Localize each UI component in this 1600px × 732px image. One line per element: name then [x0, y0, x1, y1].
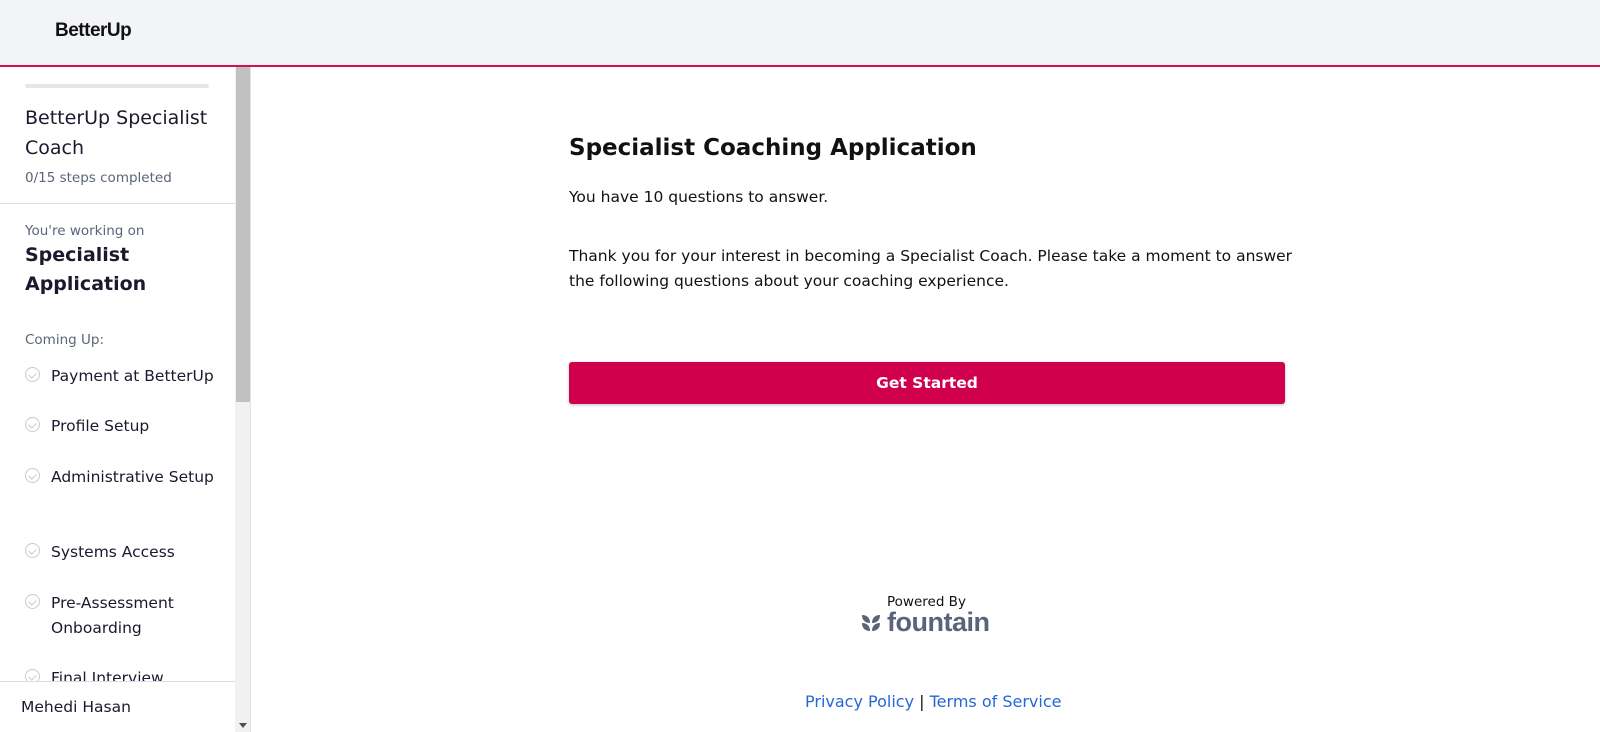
step-label: Pre-Assessment Onboarding — [51, 594, 174, 637]
get-started-button[interactable]: Get Started — [569, 362, 1285, 404]
progress-bar — [25, 84, 209, 88]
sidebar-scrollbar[interactable] — [235, 67, 250, 732]
sidebar-user-footer[interactable]: Mehedi Hasan — [0, 681, 235, 732]
step-label: Systems Access — [51, 543, 175, 561]
scrollbar-thumb[interactable] — [236, 67, 250, 402]
step-label: Administrative Setup — [51, 468, 214, 486]
question-count-text: You have 10 questions to answer. — [569, 188, 829, 206]
check-circle-icon — [25, 468, 40, 483]
sidebar-divider — [0, 203, 235, 204]
sidebar-scroll-area[interactable]: BetterUp Specialist Coach 0/15 steps com… — [0, 67, 235, 732]
step-label: Payment at BetterUp — [51, 367, 214, 385]
fountain-logo[interactable]: fountain — [860, 606, 990, 637]
step-label: Profile Setup — [51, 417, 150, 435]
check-circle-icon — [25, 594, 40, 609]
current-step-title: Specialist Application — [25, 244, 147, 295]
fountain-leaf-icon — [862, 615, 880, 631]
check-circle-icon — [25, 543, 40, 558]
betterup-logo[interactable]: BetterUp — [55, 20, 132, 42]
fountain-wordmark: fountain — [887, 606, 990, 637]
program-title: BetterUp Specialist Coach — [25, 107, 208, 159]
terms-of-service-link[interactable]: Terms of Service — [930, 692, 1062, 711]
intro-text: Thank you for your interest in becoming … — [569, 247, 1293, 290]
check-circle-icon — [25, 367, 40, 382]
top-header: BetterUp — [0, 0, 1600, 67]
scroll-down-arrow-icon[interactable] — [239, 723, 247, 728]
coming-up-label: Coming Up: — [25, 332, 105, 348]
privacy-policy-link[interactable]: Privacy Policy — [805, 692, 914, 711]
link-separator: | — [919, 692, 925, 711]
check-circle-icon — [25, 417, 40, 432]
page-title: Specialist Coaching Application — [569, 135, 977, 161]
steps-completed-count: 0/15 steps completed — [25, 170, 172, 186]
working-on-label: You're working on — [25, 223, 145, 239]
footer-links: Privacy Policy | Terms of Service — [805, 692, 1061, 711]
user-name: Mehedi Hasan — [21, 698, 131, 716]
sidebar: BetterUp Specialist Coach 0/15 steps com… — [0, 67, 251, 732]
